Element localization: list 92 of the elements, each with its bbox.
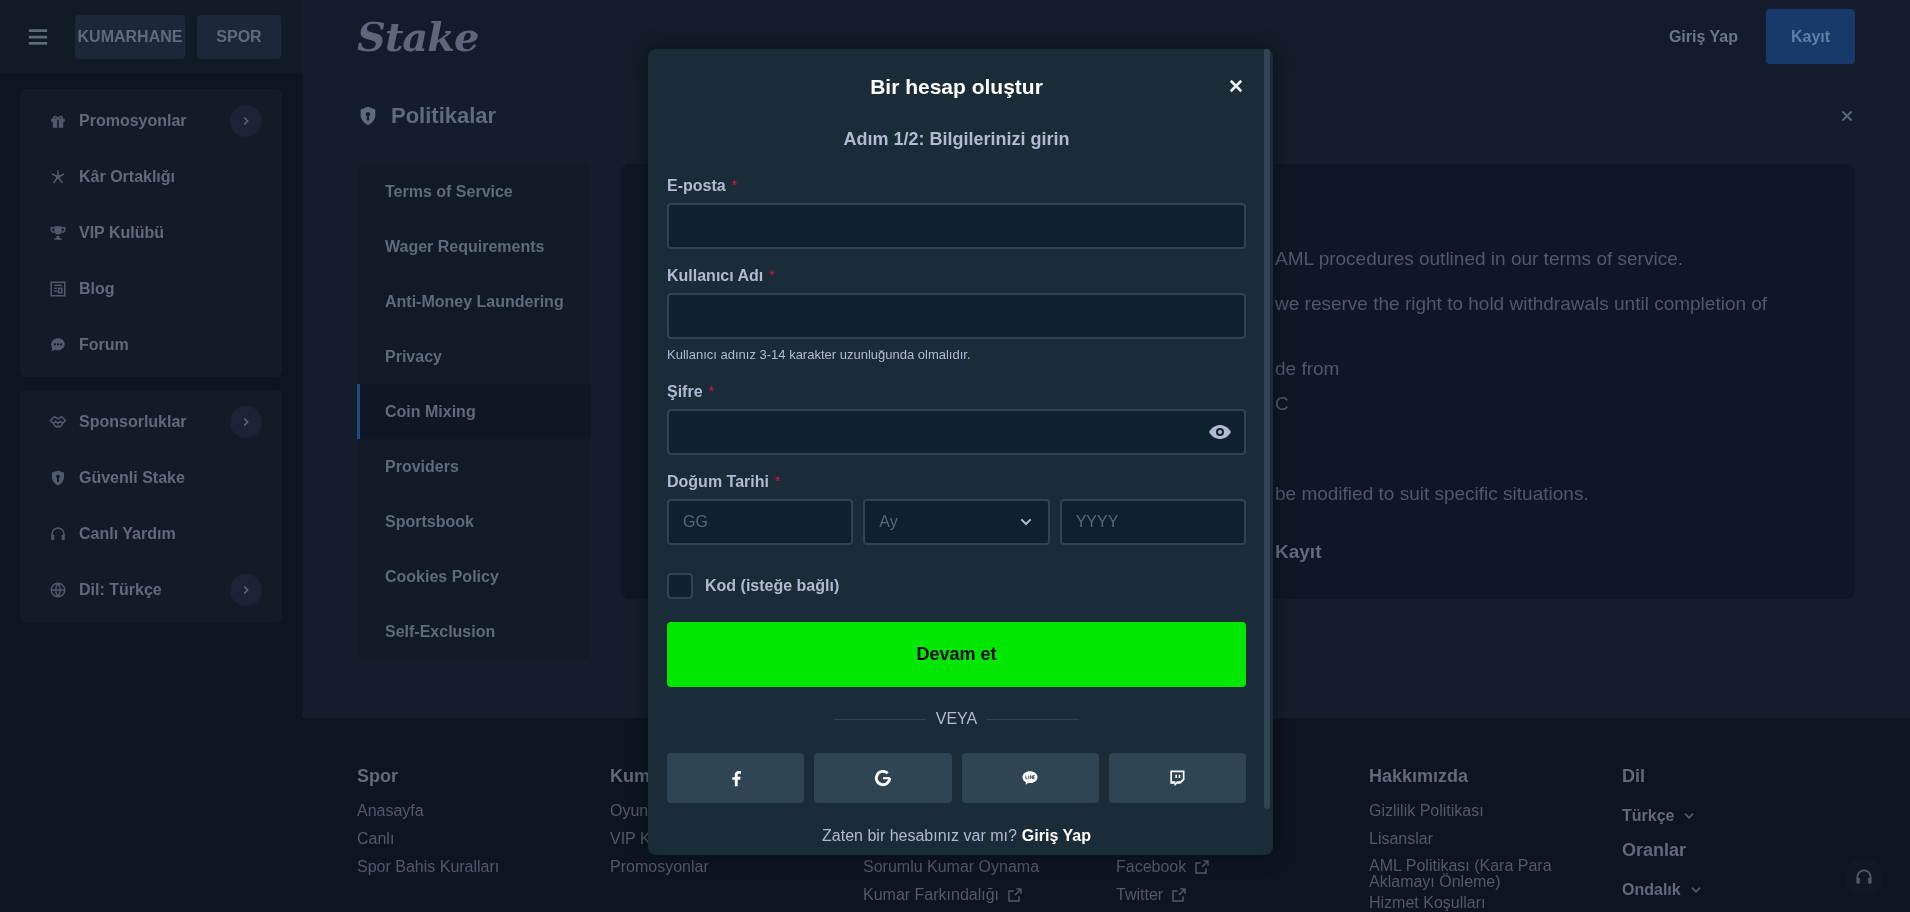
required-mark: * (731, 177, 738, 193)
nodes-icon (49, 168, 67, 186)
policy-nav-item[interactable]: Providers (357, 439, 591, 494)
footer-link[interactable]: Spor Bahis Kuralları (357, 858, 500, 886)
sidebar-item[interactable]: Kâr Ortaklığı (79, 168, 262, 186)
field-label: Doğum Tarihi (667, 473, 769, 491)
policy-nav-item[interactable]: Anti-Money Laundering (357, 274, 591, 329)
field-label: Kullanıcı Adı (667, 267, 764, 285)
policy-text: C (1275, 393, 1290, 416)
input-field[interactable]: YYYY (1059, 499, 1246, 545)
login-button[interactable]: Giriş Yap (1662, 26, 1744, 47)
handshake-icon (49, 413, 67, 431)
policy-text: Kayıt (1275, 541, 1323, 564)
chat-bubble-icon (49, 336, 67, 354)
footer-link[interactable]: Oyun (610, 802, 649, 830)
sidebar-item[interactable]: Dil: Türkçe (79, 581, 218, 599)
sidebar-item[interactable]: Sponsorluklar (79, 413, 218, 431)
policy-text: we reserve the right to hold withdrawals until completion of (1275, 293, 1769, 316)
expand-button[interactable] (230, 105, 262, 137)
policy-nav-item[interactable]: Self-Exclusion (357, 604, 591, 659)
field-label: Şifre (667, 383, 703, 401)
sidebar-item[interactable]: Güvenli Stake (79, 469, 262, 487)
sidebar-item[interactable]: Blog (79, 280, 262, 298)
footer-link[interactable]: Facebook (1116, 858, 1211, 886)
step-label: Adım 1/2: Bilgilerinizi girin (842, 129, 1071, 151)
input-field[interactable] (667, 203, 1246, 249)
footer-link[interactable]: Lisanslar (1369, 830, 1434, 858)
required-mark: * (774, 473, 781, 489)
newspaper-icon (49, 280, 67, 298)
g-letter-icon (872, 768, 893, 788)
footer-heading: Kum (610, 766, 650, 788)
required-mark: * (769, 267, 775, 283)
footer-heading: Dil (1622, 766, 1645, 788)
policy-text: de from (1275, 358, 1341, 381)
dropdown[interactable]: Türkçe (1622, 802, 1697, 830)
policy-nav-item[interactable]: Terms of Service (357, 164, 591, 219)
register-button[interactable]: Kayıt (1766, 9, 1855, 64)
policy-nav-item[interactable]: Sportsbook (357, 494, 591, 549)
dropdown[interactable]: Ondalık (1622, 876, 1703, 904)
headset-icon (1854, 867, 1874, 887)
policy-nav-item[interactable]: Privacy (357, 329, 591, 384)
sidebar-item[interactable]: Promosyonlar (79, 112, 218, 130)
field-label: E-posta (667, 177, 726, 195)
input-field[interactable]: GG (667, 499, 854, 545)
footer-link[interactable]: Canlı (357, 830, 395, 858)
category-tab[interactable]: SPOR (197, 14, 281, 59)
sidebar-item[interactable]: Canlı Yardım (79, 525, 262, 543)
policy-nav-item[interactable]: Wager Requirements (357, 219, 591, 274)
field-hint: Kullanıcı adınız 3-14 karakter uzunluğunda olmalıdır. (667, 347, 972, 364)
policy-text: AML procedures outlined in our terms of service. (1275, 248, 1684, 271)
footer-link[interactable]: Hizmet Koşulları (1369, 894, 1486, 912)
close-icon (1227, 77, 1245, 95)
close-icon (1839, 108, 1855, 124)
footer-link[interactable]: AML Politikası (Kara Para Aklamayı Önleme) (1369, 858, 1589, 894)
sidebar-item[interactable]: VIP Kulübü (79, 224, 262, 242)
required-mark: * (708, 383, 715, 399)
footer-heading: Oranlar (1622, 840, 1687, 862)
trophy-icon (49, 224, 67, 242)
footer-link[interactable]: Kumar Farkındalığı (863, 886, 1024, 912)
footer-link[interactable]: Anasayfa (357, 802, 424, 830)
login-prompt: Zaten bir hesabınız var mı? (822, 827, 1017, 845)
login-link[interactable]: Giriş Yap (1021, 827, 1091, 845)
divider-text: VEYA (935, 710, 978, 728)
headset-icon (49, 525, 67, 543)
footer-link[interactable]: Twitter (1116, 886, 1188, 912)
dialog-title: Bir hesap oluştur (870, 75, 1043, 99)
social-login-button[interactable] (1108, 753, 1246, 803)
social-login-button[interactable] (814, 753, 952, 803)
page-title: Politikalar (391, 103, 497, 129)
shield-icon (49, 469, 67, 487)
checkbox[interactable] (667, 573, 693, 599)
category-tab[interactable]: KUMARHANE (75, 14, 185, 59)
scrollbar[interactable] (1264, 49, 1270, 809)
continue-button[interactable]: Devam et (667, 622, 1246, 687)
input-field[interactable] (667, 293, 1246, 339)
footer-link[interactable]: Sorumlu Kumar Oynama (863, 858, 1040, 886)
footer-link[interactable]: Promosyonlar (610, 858, 709, 886)
footer-heading: Spor (357, 766, 398, 788)
social-login-button[interactable] (961, 753, 1099, 803)
chat-box-icon (1167, 768, 1188, 788)
sidebar-item[interactable]: Forum (79, 336, 262, 354)
footer-heading: Hakkımızda (1369, 766, 1469, 788)
month-select[interactable]: Ay (863, 499, 1050, 545)
policy-text: be modified to suit specific situations. (1275, 483, 1590, 506)
expand-button[interactable] (230, 574, 262, 606)
policy-nav-item[interactable]: Cookies Policy (357, 549, 591, 604)
logo[interactable]: Stake (357, 13, 479, 60)
checkbox-label: Kod (isteğe bağlı) (705, 577, 840, 595)
footer-link[interactable]: Gizlilik Politikası (1369, 802, 1484, 830)
expand-button[interactable] (230, 406, 262, 438)
globe-icon (49, 581, 67, 599)
password-field[interactable] (667, 409, 1246, 455)
